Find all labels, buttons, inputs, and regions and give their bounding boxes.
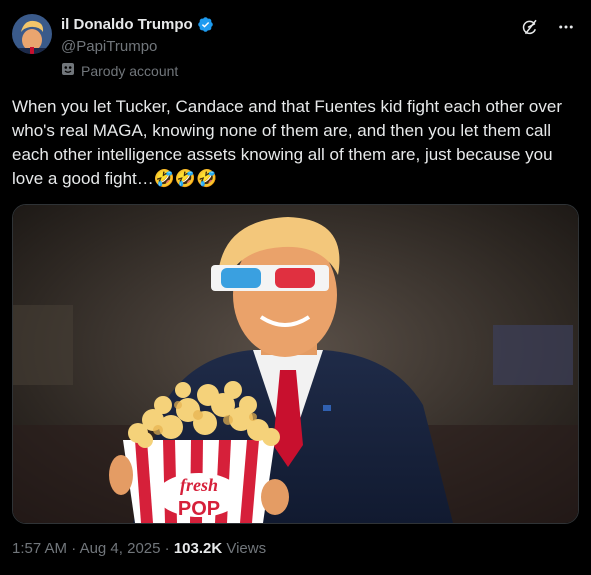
mask-icon: [61, 62, 75, 79]
popcorn-box-pop-text: POP: [178, 498, 220, 520]
tweet-time[interactable]: 1:57 AM: [12, 540, 67, 557]
tweet-date[interactable]: Aug 4, 2025: [80, 540, 161, 557]
more-options-icon[interactable]: [555, 16, 577, 38]
display-name[interactable]: il Donaldo Trumpo: [61, 16, 214, 33]
tweet-meta: 1:57 AM · Aug 4, 2025 · 103.2K Views: [12, 540, 266, 557]
tweet-text: When you let Tucker, Candace and that Fu…: [12, 97, 567, 188]
views-count[interactable]: 103.2K: [174, 540, 222, 557]
parody-label: Parody account: [61, 62, 178, 79]
grok-icon[interactable]: [519, 16, 541, 38]
parody-label-text: Parody account: [81, 62, 179, 79]
avatar[interactable]: [12, 14, 52, 54]
top-actions: [519, 16, 577, 38]
display-name-text[interactable]: il Donaldo Trumpo: [61, 16, 193, 33]
meta-separator: ·: [164, 540, 174, 557]
verified-badge-icon: [197, 16, 214, 33]
handle[interactable]: @PapiTrumpo: [61, 38, 157, 55]
popcorn-box-brand-text: fresh: [180, 475, 218, 495]
tweet-image[interactable]: fresh POP: [12, 204, 579, 524]
views-label: Views: [226, 540, 267, 557]
meta-separator: ·: [71, 540, 80, 557]
tweet: il Donaldo Trumpo @PapiTrumpo Parody acc…: [0, 0, 591, 575]
